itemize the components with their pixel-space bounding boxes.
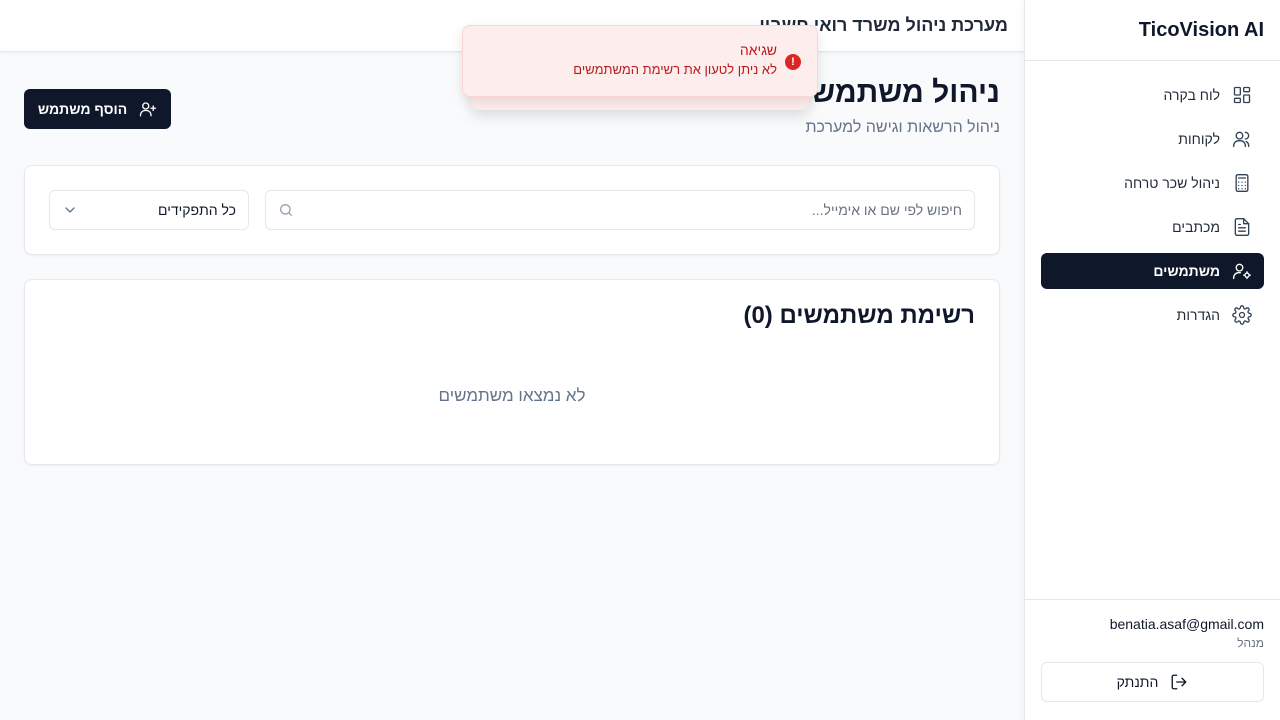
user-plus-icon [139, 102, 157, 117]
sidebar-item-label: לקוחות [1178, 131, 1220, 147]
document-icon [1234, 218, 1250, 236]
user-email: benatia.asaf@gmail.com [1109, 616, 1264, 632]
user-cog-icon [1233, 263, 1251, 280]
sidebar-item-letters[interactable]: מכתבים [1041, 209, 1264, 245]
error-icon: ! [785, 54, 801, 70]
logout-label: התנתק [1116, 674, 1159, 690]
sidebar-item-label: לוח בקרה [1163, 87, 1220, 103]
empty-state-message: לא נמצאו משתמשים [438, 386, 586, 405]
sidebar-item-settings[interactable]: הגדרות [1041, 297, 1264, 333]
role-filter-select[interactable]: כל התפקידים [49, 190, 249, 230]
sidebar-item-clients[interactable]: לקוחות [1041, 121, 1264, 157]
users-icon [1233, 131, 1250, 148]
toast-message: לא ניתן לטעון את רשימת המשתמשים [573, 62, 777, 77]
logout-button[interactable]: התנתק [1041, 662, 1264, 702]
dashboard-icon [1233, 86, 1251, 104]
sidebar-item-fees[interactable]: ניהול שכר טרחה [1041, 165, 1264, 201]
page-subtitle: ניהול הרשאות וגישה למערכת [805, 119, 1000, 136]
sidebar: TicoVision AI לוח בקרה לקוחות ניהול שכר … [1024, 0, 1280, 720]
users-list-card: רשימת משתמשים (0) לא נמצאו משתמשים [24, 279, 1000, 465]
search-icon [280, 204, 292, 216]
sidebar-item-dashboard[interactable]: לוח בקרה [1041, 77, 1264, 113]
toast-title: שגיאה [739, 42, 777, 58]
gear-icon [1232, 305, 1252, 325]
role-filter-value: כל התפקידים [158, 202, 236, 218]
calculator-icon [1235, 174, 1249, 192]
logout-icon [1171, 674, 1187, 690]
sidebar-nav: לוח בקרה לקוחות ניהול שכר טרחה מכתבים מש… [1025, 61, 1280, 349]
main-content: ניהול משתמשים ניהול הרשאות וגישה למערכת … [0, 52, 1024, 720]
sidebar-item-label: מכתבים [1172, 219, 1220, 235]
sidebar-item-label: משתמשים [1153, 263, 1220, 279]
users-list-title: רשימת משתמשים (0) [743, 302, 975, 329]
chevron-down-icon [65, 207, 75, 213]
search-input[interactable] [302, 202, 962, 218]
brand-logo: TicoVision AI [1025, 0, 1280, 61]
add-user-label: הוסף משתמש [37, 101, 128, 117]
sidebar-item-label: ניהול שכר טרחה [1124, 175, 1220, 191]
error-toast[interactable]: ! שגיאה לא ניתן לטעון את רשימת המשתמשים [462, 25, 818, 97]
filters-card: כל התפקידים [24, 165, 1000, 255]
search-box[interactable] [265, 190, 975, 230]
add-user-button[interactable]: הוסף משתמש [24, 89, 171, 129]
sidebar-item-users[interactable]: משתמשים [1041, 253, 1264, 289]
sidebar-item-label: הגדרות [1176, 307, 1220, 323]
toast-content: שגיאה לא ניתן לטעון את רשימת המשתמשים [573, 42, 777, 77]
user-role: מנהל [1237, 636, 1264, 650]
user-panel: benatia.asaf@gmail.com מנהל התנתק [1025, 599, 1280, 720]
